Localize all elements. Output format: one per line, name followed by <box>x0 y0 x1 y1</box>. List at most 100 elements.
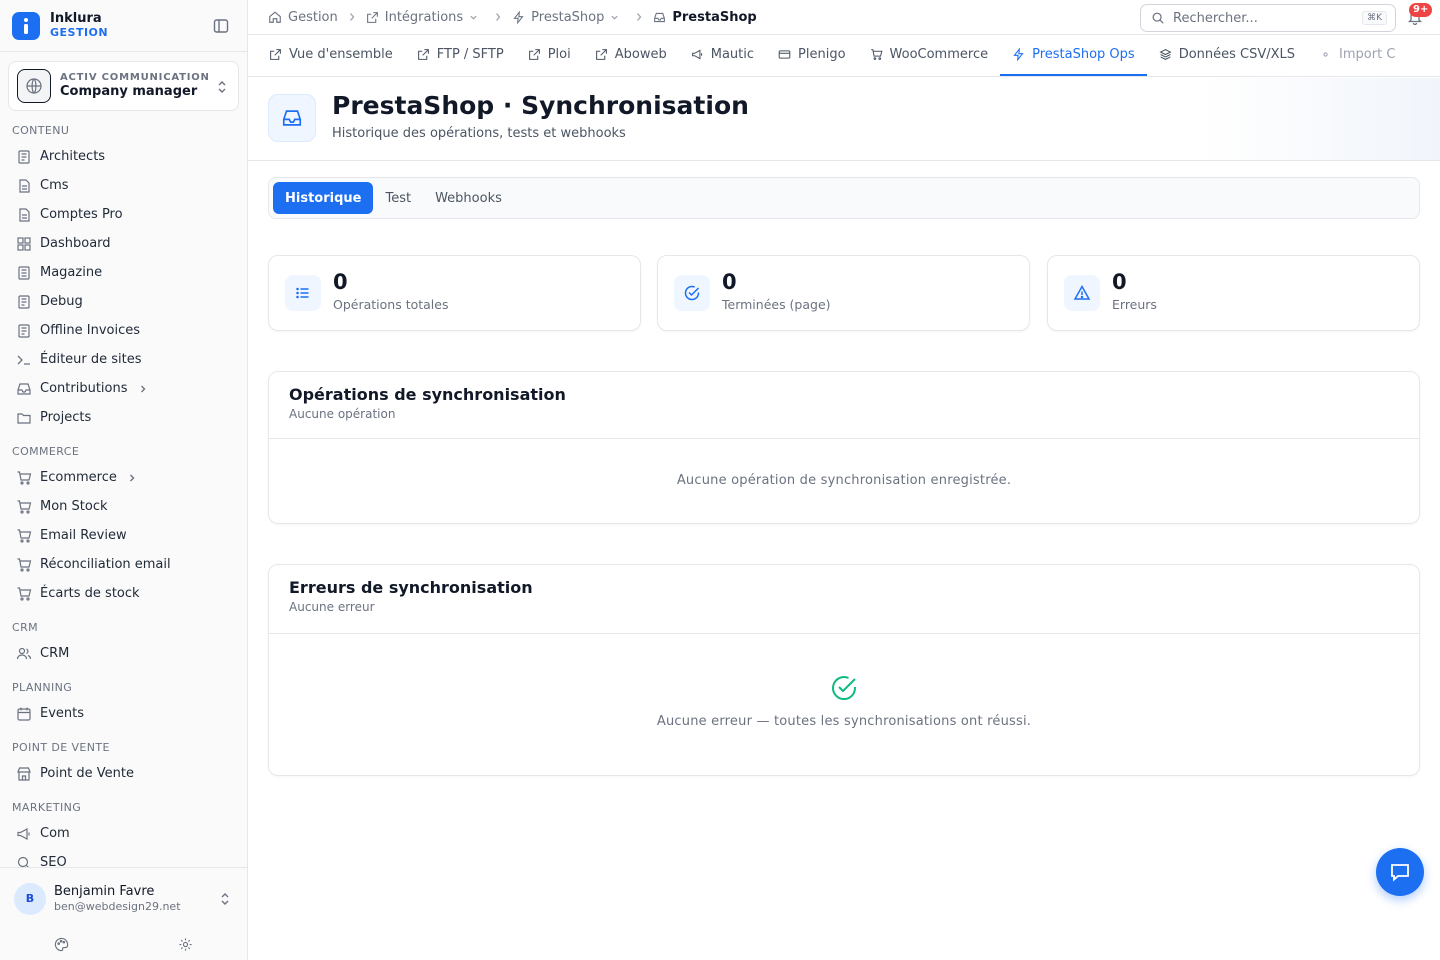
sidebar-item-point-de-vente[interactable]: Point de Vente <box>0 759 247 788</box>
sidebar-item-events[interactable]: Events <box>0 699 247 728</box>
tab-ftp-sftp[interactable]: FTP / SFTP <box>405 35 516 76</box>
stat-label: Opérations totales <box>333 297 449 312</box>
section-title-commerce: COMMERCE <box>12 444 80 458</box>
brand-logo-icon[interactable] <box>12 11 40 40</box>
company-role: Company manager <box>60 84 198 100</box>
tab-label: Données CSV/XLS <box>1178 47 1296 62</box>
sidebar-item-com[interactable]: Com <box>0 819 247 848</box>
company-switcher[interactable]: ACTIV COMMUNICATION Company manager <box>8 61 239 111</box>
sidebar-item-projects[interactable]: Projects <box>0 403 247 432</box>
tab-webhooks[interactable]: Webhooks <box>423 182 514 214</box>
chat-button[interactable] <box>1376 848 1424 896</box>
sidebar-item-reconciliation-email[interactable]: Réconciliation email <box>0 550 247 579</box>
sidebar-item-email-review[interactable]: Email Review <box>0 521 247 550</box>
document-icon <box>19 178 30 193</box>
chevron-right-icon <box>129 474 135 481</box>
sidebar-item-label: Com <box>40 826 70 841</box>
sidebar-item-label: Cms <box>40 178 69 193</box>
cart-icon <box>17 557 32 572</box>
tab-vue-ensemble[interactable]: Vue d'ensemble <box>257 35 405 76</box>
cart-icon <box>17 528 32 543</box>
operations-card: Opérations de synchronisation Aucune opé… <box>268 371 1420 524</box>
external-link-icon <box>595 49 607 60</box>
zap-icon <box>1013 48 1024 61</box>
sidebar-item-mon-stock[interactable]: Mon Stock <box>0 492 247 521</box>
breadcrumb-label: Intégrations <box>384 9 464 25</box>
chevron-right-icon <box>496 13 501 21</box>
stat-card-erreurs: 0 Erreurs <box>1047 255 1420 331</box>
cart-icon <box>17 470 32 485</box>
empty-state-text: Aucune erreur — toutes les synchronisati… <box>656 714 1032 729</box>
file-icon <box>18 149 30 164</box>
tab-historique[interactable]: Historique <box>273 182 374 214</box>
card-subtitle: Aucune opération <box>289 407 396 421</box>
sidebar-item-label: Écarts de stock <box>40 586 140 601</box>
sidebar-item-crm[interactable]: CRM <box>0 639 247 668</box>
tab-label: PrestaShop Ops <box>1032 47 1135 62</box>
home-icon <box>269 11 281 23</box>
sidebar-item-architects[interactable]: Architects <box>0 142 247 171</box>
sidebar-item-dashboard[interactable]: Dashboard <box>0 229 247 258</box>
avatar: B <box>14 882 46 915</box>
tab-test[interactable]: Test <box>373 182 423 214</box>
tab-aboweb[interactable]: Aboweb <box>583 35 679 76</box>
sidebar-item-editeur-de-sites[interactable]: Éditeur de sites <box>0 345 247 374</box>
sidebar-item-label: Debug <box>40 294 83 309</box>
inbox-icon <box>654 12 666 22</box>
sidebar: Inklura GESTION ACTIV COMMUNICATION Comp… <box>0 0 248 960</box>
sidebar-item-label: Ecommerce <box>40 470 117 485</box>
tab-label: WooCommerce <box>889 47 989 62</box>
empty-state-text: Aucune opération de synchronisation enre… <box>676 473 1012 488</box>
sidebar-item-label: Projects <box>40 410 92 425</box>
sidebar-item-seo[interactable]: SEO <box>0 848 247 867</box>
breadcrumb-label: PrestaShop <box>672 9 757 25</box>
stat-value: 0 <box>333 270 348 294</box>
credit-card-icon <box>778 50 791 59</box>
file-icon <box>18 323 30 338</box>
brand-name: Inklura <box>50 10 102 26</box>
section-title-crm: CRM <box>12 620 39 634</box>
users-icon <box>16 647 32 659</box>
megaphone-icon <box>17 827 30 840</box>
tab-mautic[interactable]: Mautic <box>679 35 766 76</box>
sidebar-item-cms[interactable]: Cms <box>0 171 247 200</box>
tab-ploi[interactable]: Ploi <box>516 35 583 76</box>
tab-woocommerce[interactable]: WooCommerce <box>858 35 1001 76</box>
sidebar-item-ecarts-de-stock[interactable]: Écarts de stock <box>0 579 247 608</box>
company-logo-icon <box>17 69 51 103</box>
book-icon <box>18 265 30 280</box>
sidebar-item-label: SEO <box>40 855 67 867</box>
breadcrumb-gestion[interactable]: Gestion <box>268 10 338 25</box>
tab-plenigo[interactable]: Plenigo <box>766 35 858 76</box>
sidebar-item-comptes-pro[interactable]: Comptes Pro <box>0 200 247 229</box>
alert-triangle-icon <box>1064 275 1100 311</box>
card-subtitle: Aucune erreur <box>289 600 375 614</box>
external-link-icon <box>417 49 429 60</box>
sidebar-item-label: Contributions <box>40 381 128 396</box>
sidebar-item-label: Point de Vente <box>40 766 135 781</box>
sidebar-item-label: Email Review <box>40 528 127 543</box>
sidebar-item-ecommerce[interactable]: Ecommerce <box>0 463 247 492</box>
tab-donnees-csv-xls[interactable]: Données CSV/XLS <box>1147 35 1307 76</box>
sidebar-item-offline-invoices[interactable]: Offline Invoices <box>0 316 247 345</box>
tab-prestashop-ops[interactable]: PrestaShop Ops <box>1000 35 1147 76</box>
chevron-right-icon <box>349 13 355 21</box>
sidebar-item-contributions[interactable]: Contributions <box>0 374 247 403</box>
breadcrumb-prestashop[interactable]: PrestaShop <box>512 10 625 25</box>
palette-icon[interactable] <box>54 937 69 952</box>
tab-label: Ploi <box>547 47 571 62</box>
sidebar-item-magazine[interactable]: Magazine <box>0 258 247 287</box>
chevron-right-icon <box>637 13 642 21</box>
cart-icon <box>870 49 882 60</box>
user-menu[interactable]: B Benjamin Favre ben@webdesign29.net <box>0 867 247 929</box>
tab-label: Aboweb <box>614 47 667 62</box>
sidebar-toggle-icon[interactable] <box>213 18 229 34</box>
search-input[interactable]: Rechercher... ⌘K <box>1140 4 1396 32</box>
settings-gear-icon[interactable] <box>178 937 193 952</box>
breadcrumb-integrations[interactable]: Intégrations <box>366 10 484 25</box>
sidebar-item-debug[interactable]: Debug <box>0 287 247 316</box>
sidebar-item-label: Events <box>40 706 85 721</box>
check-circle-icon <box>674 275 710 311</box>
tab-import[interactable]: Import C <box>1307 35 1407 76</box>
terminal-icon <box>17 355 30 365</box>
